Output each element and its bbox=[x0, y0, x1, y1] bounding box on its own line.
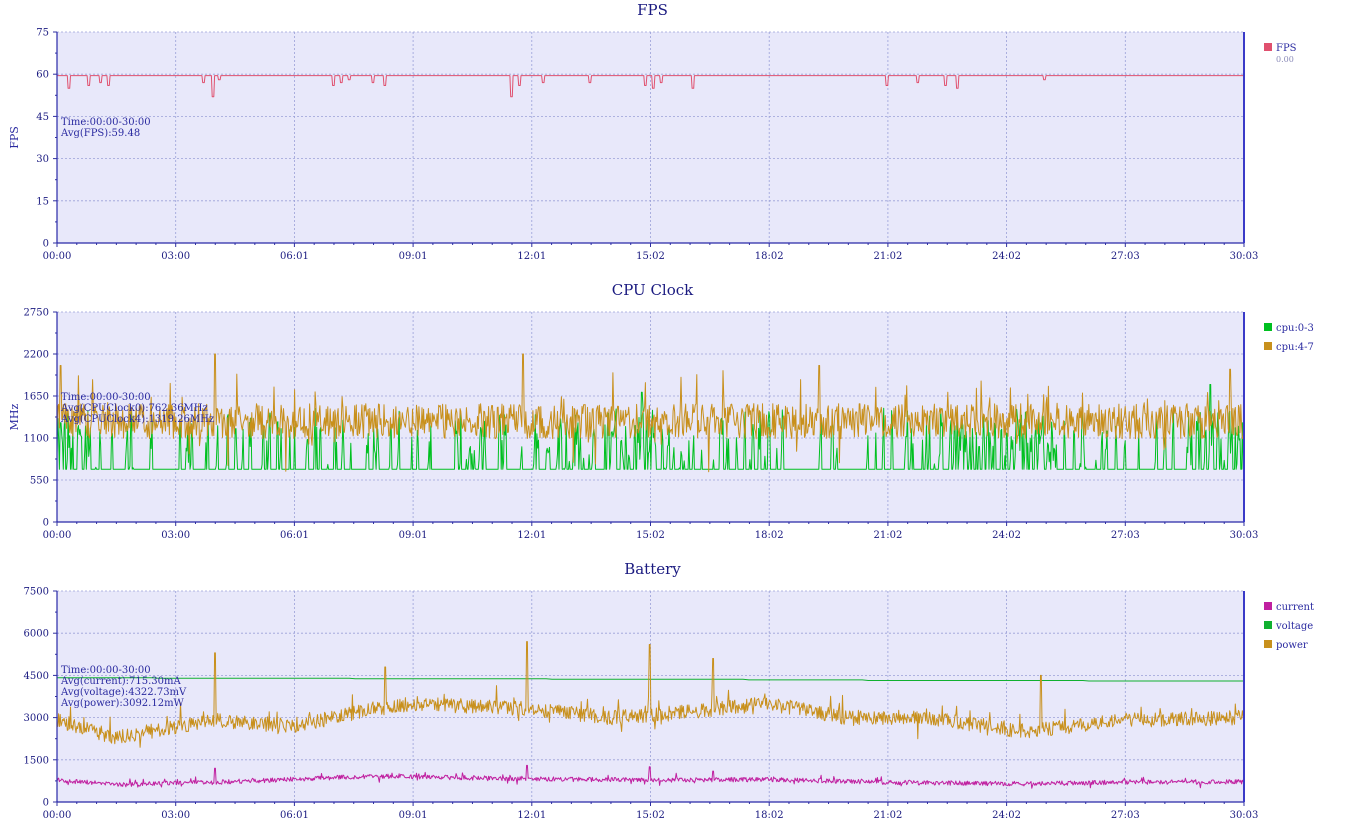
summary-annotation: Avg(power):3092.12mW bbox=[60, 698, 185, 709]
x-tick-label: 18:02 bbox=[755, 810, 784, 821]
x-tick-label: 03:00 bbox=[161, 530, 190, 541]
y-tick-label: 0 bbox=[43, 798, 49, 809]
y-tick-label: 15 bbox=[36, 196, 49, 207]
chart-title: CPU Clock bbox=[612, 281, 694, 299]
legend-swatch bbox=[1264, 342, 1272, 350]
x-tick-label: 15:02 bbox=[636, 530, 665, 541]
x-tick-label: 27:03 bbox=[1111, 530, 1140, 541]
x-tick-label: 00:00 bbox=[43, 810, 72, 821]
x-tick-label: 30:03 bbox=[1230, 810, 1259, 821]
summary-annotation: Time:00:00-30:00 bbox=[61, 117, 151, 128]
x-tick-label: 30:03 bbox=[1230, 530, 1259, 541]
x-tick-label: 09:01 bbox=[399, 810, 428, 821]
legend-label: cpu:0-3 bbox=[1276, 323, 1314, 334]
x-tick-label: 27:03 bbox=[1111, 810, 1140, 821]
summary-annotation: Avg(voltage):4322.73mV bbox=[60, 687, 187, 698]
legend-label: power bbox=[1276, 640, 1308, 651]
x-tick-label: 06:01 bbox=[280, 530, 309, 541]
summary-annotation: Avg(CPUClock0):762.36MHz bbox=[60, 403, 208, 414]
summary-annotation: Avg(current):715.30mA bbox=[60, 676, 181, 687]
chart-3: 0 1500 3000 4500 6000 7500 00:00 03:00 06:01 09:0… bbox=[24, 560, 1314, 821]
y-axis-label: FPS bbox=[8, 126, 21, 149]
y-tick-label: 2200 bbox=[24, 350, 49, 361]
x-tick-label: 18:02 bbox=[755, 251, 784, 262]
legend-swatch bbox=[1264, 621, 1272, 629]
y-tick-label: 75 bbox=[36, 28, 49, 39]
x-tick-label: 03:00 bbox=[161, 810, 190, 821]
x-tick-label: 21:02 bbox=[873, 530, 902, 541]
y-tick-label: 3000 bbox=[24, 713, 49, 724]
y-tick-label: 0 bbox=[43, 239, 49, 250]
y-tick-label: 7500 bbox=[24, 587, 49, 598]
x-tick-label: 24:02 bbox=[992, 251, 1021, 262]
x-tick-label: 12:01 bbox=[517, 810, 546, 821]
y-tick-label: 2750 bbox=[24, 308, 49, 319]
y-tick-label: 60 bbox=[36, 70, 49, 81]
x-tick-label: 06:01 bbox=[280, 810, 309, 821]
summary-annotation: Avg(FPS):59.48 bbox=[60, 128, 140, 139]
summary-annotation: Avg(CPUClock4):1319.26MHz bbox=[60, 414, 214, 425]
x-tick-label: 21:02 bbox=[873, 251, 902, 262]
x-tick-label: 30:03 bbox=[1230, 251, 1259, 262]
y-tick-label: 4500 bbox=[24, 671, 49, 682]
x-tick-label: 12:01 bbox=[517, 251, 546, 262]
x-tick-label: 24:02 bbox=[992, 810, 1021, 821]
legend-label: voltage bbox=[1275, 621, 1313, 632]
chart-1: 0 15 30 45 60 75 00:00 03:00 06:01 09:01 12:01 15:0… bbox=[8, 1, 1297, 262]
y-tick-label: 0 bbox=[43, 518, 49, 529]
x-tick-label: 24:02 bbox=[992, 530, 1021, 541]
x-tick-label: 09:01 bbox=[399, 530, 428, 541]
performance-dashboard: 0 15 30 45 60 75 00:00 03:00 06:01 09:01 12:01 15:0… bbox=[8, 1, 1314, 821]
x-tick-label: 00:00 bbox=[43, 251, 72, 262]
y-tick-label: 6000 bbox=[24, 629, 49, 640]
legend-swatch bbox=[1264, 640, 1272, 648]
y-tick-label: 1500 bbox=[24, 755, 49, 766]
x-tick-label: 27:03 bbox=[1111, 251, 1140, 262]
chart-title: FPS bbox=[637, 1, 668, 19]
legend-swatch bbox=[1264, 43, 1272, 51]
summary-annotation: Time:00:00-30:00 bbox=[61, 392, 151, 403]
legend-label: cpu:4-7 bbox=[1276, 342, 1314, 353]
legend-swatch bbox=[1264, 323, 1272, 331]
x-tick-label: 09:01 bbox=[399, 251, 428, 262]
x-tick-label: 06:01 bbox=[280, 251, 309, 262]
legend-label: FPS bbox=[1276, 43, 1297, 54]
summary-annotation: Time:00:00-30:00 bbox=[61, 665, 151, 676]
y-tick-label: 1650 bbox=[24, 392, 49, 403]
y-tick-label: 45 bbox=[36, 112, 49, 123]
y-tick-label: 30 bbox=[36, 154, 49, 165]
x-tick-label: 18:02 bbox=[755, 530, 784, 541]
legend-swatch bbox=[1264, 602, 1272, 610]
legend-value: 0.00 bbox=[1276, 55, 1294, 64]
y-axis-label: MHz bbox=[8, 403, 21, 430]
x-tick-label: 00:00 bbox=[43, 530, 72, 541]
chart-2: 0 550 1100 1650 2200 2750 00:00 03:00 06:01 09:01… bbox=[8, 281, 1314, 541]
chart-title: Battery bbox=[624, 560, 681, 578]
legend-label: current bbox=[1276, 602, 1314, 613]
x-tick-label: 21:02 bbox=[873, 810, 902, 821]
x-tick-label: 15:02 bbox=[636, 251, 665, 262]
x-tick-label: 15:02 bbox=[636, 810, 665, 821]
y-tick-label: 1100 bbox=[24, 434, 49, 445]
y-tick-label: 550 bbox=[30, 476, 49, 487]
x-tick-label: 03:00 bbox=[161, 251, 190, 262]
x-tick-label: 12:01 bbox=[517, 530, 546, 541]
